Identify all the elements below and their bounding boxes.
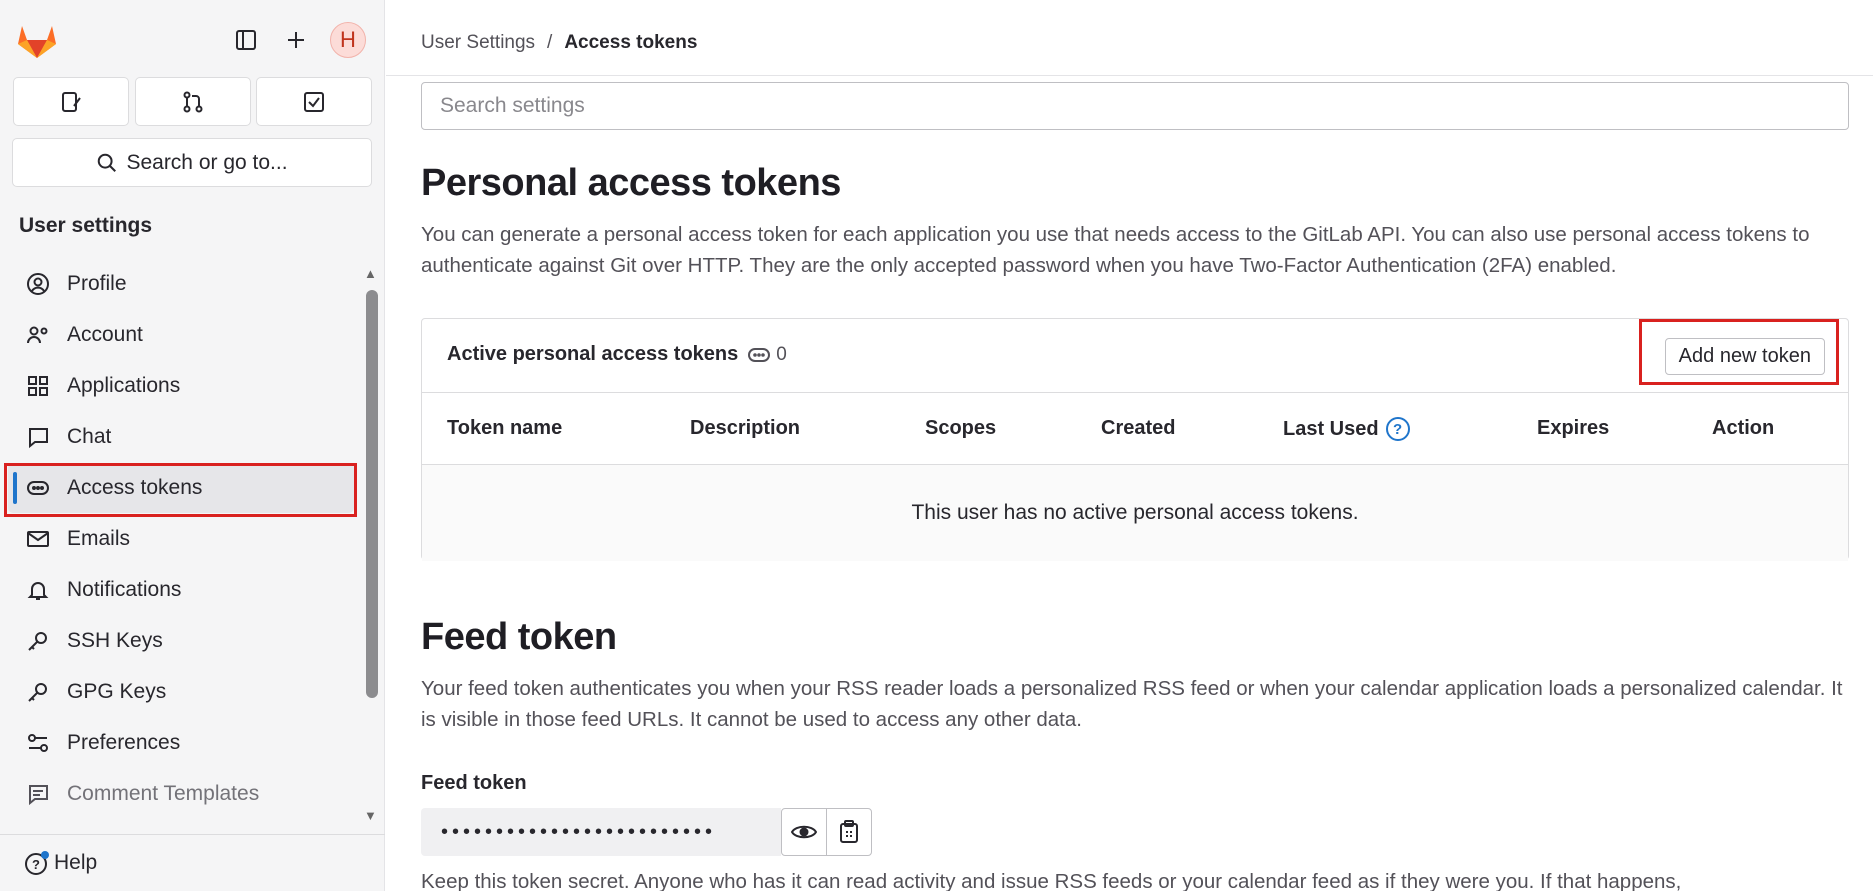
sidebar-item-emails[interactable]: Emails	[8, 514, 354, 564]
sidebar-item-ssh-keys[interactable]: SSH Keys	[8, 616, 354, 666]
question-icon[interactable]: ?	[1385, 417, 1410, 441]
reveal-token-button[interactable]	[781, 808, 827, 856]
sidebar-item-label: Profile	[67, 272, 127, 295]
column-header-created: Created	[1101, 417, 1176, 439]
column-header-scopes: Scopes	[925, 417, 997, 439]
sidebar-item-profile[interactable]: Profile	[8, 259, 354, 309]
gitlab-logo-icon[interactable]	[16, 20, 60, 62]
feed-footer-text: Keep this token secret. Anyone who has i…	[421, 870, 1682, 891]
grid-icon	[24, 372, 52, 400]
help-button[interactable]: ? Help	[24, 850, 97, 876]
key-icon	[24, 678, 52, 706]
pat-title: Personal access tokens	[421, 162, 841, 204]
sidebar-item-applications[interactable]: Applications	[8, 361, 354, 411]
todo-icon	[304, 91, 324, 112]
sidebar-item-label: Account	[67, 323, 143, 346]
column-header-last-used: Last Used ?	[1283, 417, 1410, 441]
empty-state-message: This user has no active personal access …	[422, 465, 1848, 561]
mail-icon	[24, 525, 52, 553]
avatar[interactable]: H	[330, 22, 366, 58]
column-header-expires: Expires	[1537, 417, 1610, 439]
issues-button[interactable]	[13, 77, 129, 126]
sidebar-item-account[interactable]: Account	[8, 310, 354, 360]
column-header-token-name: Token name	[447, 417, 563, 439]
feed-token-field[interactable]: •••••••••••••••••••••••••	[421, 808, 781, 856]
top-bar: User Settings / Access tokens	[386, 0, 1873, 76]
search-or-go-button[interactable]: Search or go to...	[12, 138, 372, 187]
issues-icon	[62, 91, 81, 112]
merge-requests-button[interactable]	[135, 77, 251, 126]
comment-template-icon	[24, 780, 52, 808]
sidebar-item-label: Emails	[67, 527, 131, 550]
sidebar-scrollbar[interactable]	[366, 290, 378, 698]
card-header: Active personal access tokens 0 Add new …	[422, 319, 1848, 393]
sidebar-item-label: SSH Keys	[67, 629, 163, 652]
column-header-description: Description	[690, 417, 801, 439]
table-header: Token name Description Scopes Created La…	[422, 393, 1848, 465]
bell-icon	[24, 576, 52, 604]
sidebar-item-label: Notifications	[67, 578, 182, 601]
active-tokens-card: Active personal access tokens 0 Add new …	[421, 318, 1849, 561]
highlight-box	[4, 463, 357, 517]
key-icon	[24, 627, 52, 655]
sidebar-item-label: Applications	[67, 374, 181, 397]
search-icon	[98, 153, 117, 172]
token-count-value: 0	[776, 343, 787, 365]
search-or-go-label: Search or go to...	[126, 150, 288, 174]
pat-description: You can generate a personal access token…	[421, 223, 1810, 277]
sidebar-item-comment-templates[interactable]: Comment Templates	[8, 769, 354, 819]
breadcrumb-separator: /	[547, 32, 553, 53]
merge-request-icon	[183, 91, 203, 112]
preferences-icon	[24, 729, 52, 757]
account-gear-icon	[24, 321, 52, 349]
card-title-label: Active personal access tokens	[447, 343, 739, 365]
copy-token-button[interactable]	[826, 808, 872, 856]
sidebar-item-label: Chat	[67, 425, 112, 448]
eye-icon	[791, 825, 817, 839]
clipboard-icon	[840, 820, 858, 843]
help-icon: ?	[25, 851, 49, 875]
column-header-action: Action	[1712, 417, 1775, 439]
toggle-sidebar-icon[interactable]	[228, 22, 264, 58]
sidebar-item-chat[interactable]: Chat	[8, 412, 354, 462]
sidebar-item-notifications[interactable]: Notifications	[8, 565, 354, 615]
scroll-down-arrow[interactable]: ▼	[364, 808, 377, 823]
token-count: 0	[748, 344, 787, 366]
breadcrumb: User Settings / Access tokens	[421, 32, 697, 54]
chat-bubble-icon	[24, 423, 52, 451]
sidebar-item-preferences[interactable]: Preferences	[8, 718, 354, 768]
highlight-box	[1639, 319, 1839, 385]
sidebar-item-label: GPG Keys	[67, 680, 167, 703]
feed-description: Your feed token authenticates you when y…	[421, 677, 1843, 731]
user-circle-icon	[24, 270, 52, 298]
plus-icon[interactable]	[278, 22, 314, 58]
sidebar-item-gpg-keys[interactable]: GPG Keys	[8, 667, 354, 717]
sidebar-item-label: Comment Templates	[67, 782, 260, 805]
todo-button[interactable]	[256, 77, 372, 126]
svg-text:?: ?	[32, 857, 40, 872]
help-label: Help	[54, 851, 98, 874]
breadcrumb-parent[interactable]: User Settings	[421, 32, 535, 54]
feed-title: Feed token	[421, 616, 617, 658]
sidebar-item-label: Preferences	[67, 731, 181, 754]
sidebar-section-title: User settings	[19, 214, 153, 237]
breadcrumb-current: Access tokens	[564, 32, 698, 53]
card-title: Active personal access tokens 0	[447, 343, 787, 366]
token-icon	[748, 347, 771, 362]
search-settings-input[interactable]: Search settings	[421, 82, 1849, 130]
column-header-label: Last Used	[1283, 417, 1379, 440]
feed-token-label: Feed token	[421, 772, 527, 794]
sidebar: H Search or go to... User settings ▲ ▼ P…	[0, 0, 385, 891]
scroll-up-arrow[interactable]: ▲	[364, 266, 377, 281]
